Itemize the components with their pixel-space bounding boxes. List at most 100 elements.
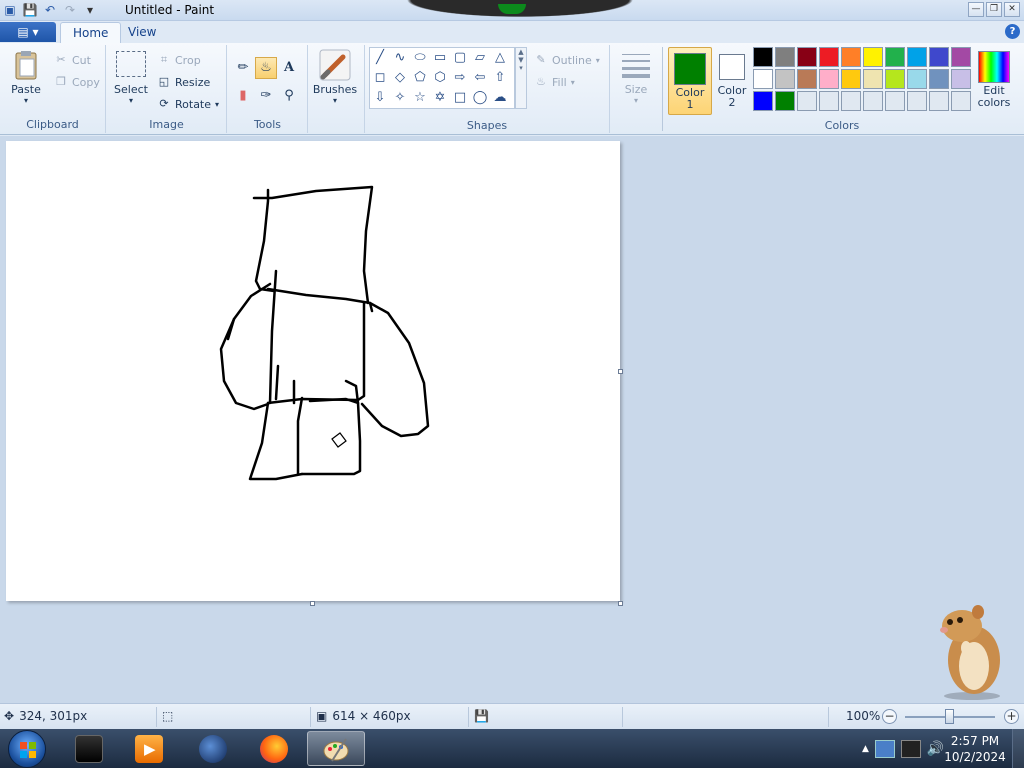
- polygon-shape-icon[interactable]: ▱: [470, 48, 490, 68]
- triangle-shape-icon[interactable]: △: [490, 48, 510, 68]
- size-button[interactable]: Size ▾: [616, 49, 656, 105]
- resize-button[interactable]: ◱ Resize: [157, 73, 210, 91]
- right-arrow-shape-icon[interactable]: ⇨: [450, 68, 470, 88]
- cut-button[interactable]: ✂ Cut: [54, 51, 91, 69]
- save-icon[interactable]: 💾: [22, 2, 38, 18]
- shapes-scroll[interactable]: ▲ ▼ ▾: [515, 47, 527, 109]
- start-button[interactable]: [8, 730, 46, 768]
- palette-swatch[interactable]: [797, 91, 817, 111]
- palette-swatch[interactable]: [929, 69, 949, 89]
- tab-view[interactable]: View: [116, 22, 168, 43]
- text-icon[interactable]: A: [278, 57, 300, 79]
- pentagon-shape-icon[interactable]: ⬠: [410, 68, 430, 88]
- right-triangle-shape-icon[interactable]: ◻: [370, 68, 390, 88]
- network-icon[interactable]: [874, 739, 895, 758]
- palette-swatch[interactable]: [819, 47, 839, 67]
- taskbar-terminal[interactable]: [60, 731, 118, 766]
- select-button[interactable]: Select ▾: [113, 51, 149, 105]
- palette-swatch[interactable]: [841, 69, 861, 89]
- rounded-callout-shape-icon[interactable]: □: [450, 88, 470, 108]
- rectangle-shape-icon[interactable]: ▭: [430, 48, 450, 68]
- display-icon[interactable]: [900, 739, 921, 758]
- palette-swatch[interactable]: [885, 91, 905, 111]
- copy-button[interactable]: ❐ Copy: [54, 73, 100, 91]
- brushes-button[interactable]: Brushes ▾: [312, 49, 358, 105]
- left-arrow-shape-icon[interactable]: ⇦: [470, 68, 490, 88]
- taskbar-media-player[interactable]: ▶: [120, 731, 178, 766]
- taskbar-clock[interactable]: 2:57 PM 10/2/2024: [940, 733, 1010, 765]
- five-point-star-shape-icon[interactable]: ☆: [410, 88, 430, 108]
- line-shape-icon[interactable]: ╱: [370, 48, 390, 68]
- paint-menu-icon[interactable]: ▣: [2, 2, 18, 18]
- hexagon-shape-icon[interactable]: ⬡: [430, 68, 450, 88]
- palette-swatch[interactable]: [951, 69, 971, 89]
- up-arrow-shape-icon[interactable]: ⇧: [490, 68, 510, 88]
- fill-icon[interactable]: ♨: [255, 57, 277, 79]
- minimize-button[interactable]: —: [968, 2, 984, 17]
- palette-swatch[interactable]: [819, 69, 839, 89]
- fill-dropdown-button[interactable]: ♨ Fill ▾: [534, 73, 575, 91]
- palette-swatch[interactable]: [951, 47, 971, 67]
- edit-colors-button[interactable]: Edit colors: [974, 47, 1014, 109]
- redo-icon[interactable]: ↷: [62, 2, 78, 18]
- magnifier-icon[interactable]: ⚲: [278, 85, 300, 107]
- palette-swatch[interactable]: [797, 47, 817, 67]
- palette-swatch[interactable]: [885, 47, 905, 67]
- pencil-icon[interactable]: ✏: [232, 57, 254, 79]
- palette-swatch[interactable]: [753, 69, 773, 89]
- drawing-canvas[interactable]: [6, 141, 620, 601]
- zoom-out-button[interactable]: −: [882, 709, 897, 724]
- resize-handle-corner[interactable]: [618, 601, 623, 606]
- palette-swatch[interactable]: [929, 91, 949, 111]
- show-desktop-button[interactable]: [1012, 729, 1024, 768]
- resize-handle-right[interactable]: [618, 369, 623, 374]
- zoom-slider-thumb[interactable]: [945, 709, 954, 724]
- crop-button[interactable]: ⌗ Crop: [157, 51, 201, 69]
- palette-swatch[interactable]: [753, 47, 773, 67]
- palette-swatch[interactable]: [819, 91, 839, 111]
- zoom-in-button[interactable]: +: [1004, 709, 1019, 724]
- palette-swatch[interactable]: [775, 69, 795, 89]
- help-icon[interactable]: ?: [1005, 24, 1020, 39]
- taskbar-firefox[interactable]: [245, 731, 303, 766]
- rotate-button[interactable]: ⟳ Rotate ▾: [157, 95, 219, 113]
- palette-swatch[interactable]: [929, 47, 949, 67]
- diamond-shape-icon[interactable]: ◇: [390, 68, 410, 88]
- close-button[interactable]: ✕: [1004, 2, 1020, 17]
- palette-swatch[interactable]: [841, 47, 861, 67]
- outline-button[interactable]: ✎ Outline ▾: [534, 51, 599, 69]
- palette-swatch[interactable]: [863, 47, 883, 67]
- eraser-icon[interactable]: ▮: [232, 85, 254, 107]
- palette-swatch[interactable]: [753, 91, 773, 111]
- customize-dropdown-icon[interactable]: ▾: [82, 2, 98, 18]
- palette-swatch[interactable]: [863, 69, 883, 89]
- paste-button[interactable]: Paste ▾: [8, 49, 44, 105]
- palette-swatch[interactable]: [885, 69, 905, 89]
- palette-swatch[interactable]: [907, 69, 927, 89]
- oval-shape-icon[interactable]: ⬭: [410, 48, 430, 68]
- palette-swatch[interactable]: [797, 69, 817, 89]
- palette-swatch[interactable]: [907, 91, 927, 111]
- color2-button[interactable]: Color 2: [712, 47, 752, 109]
- hamster-mascot[interactable]: [930, 600, 1010, 700]
- six-point-star-shape-icon[interactable]: ✡: [430, 88, 450, 108]
- four-point-star-shape-icon[interactable]: ✧: [390, 88, 410, 108]
- color1-button[interactable]: Color 1: [668, 47, 712, 115]
- palette-swatch[interactable]: [951, 91, 971, 111]
- palette-swatch[interactable]: [775, 47, 795, 67]
- cloud-callout-shape-icon[interactable]: ☁: [490, 88, 510, 108]
- palette-swatch[interactable]: [863, 91, 883, 111]
- curve-shape-icon[interactable]: ∿: [390, 48, 410, 68]
- color-picker-icon[interactable]: ✑: [255, 85, 277, 107]
- taskbar-browser[interactable]: [184, 731, 242, 766]
- restore-button[interactable]: ❐: [986, 2, 1002, 17]
- palette-swatch[interactable]: [841, 91, 861, 111]
- palette-swatch[interactable]: [907, 47, 927, 67]
- down-arrow-shape-icon[interactable]: ⇩: [370, 88, 390, 108]
- resize-handle-bottom[interactable]: [310, 601, 315, 606]
- oval-callout-shape-icon[interactable]: ◯: [470, 88, 490, 108]
- taskbar-paint[interactable]: [307, 731, 365, 766]
- application-menu-button[interactable]: ▤ ▾: [0, 22, 56, 42]
- palette-swatch[interactable]: [775, 91, 795, 111]
- undo-icon[interactable]: ↶: [42, 2, 58, 18]
